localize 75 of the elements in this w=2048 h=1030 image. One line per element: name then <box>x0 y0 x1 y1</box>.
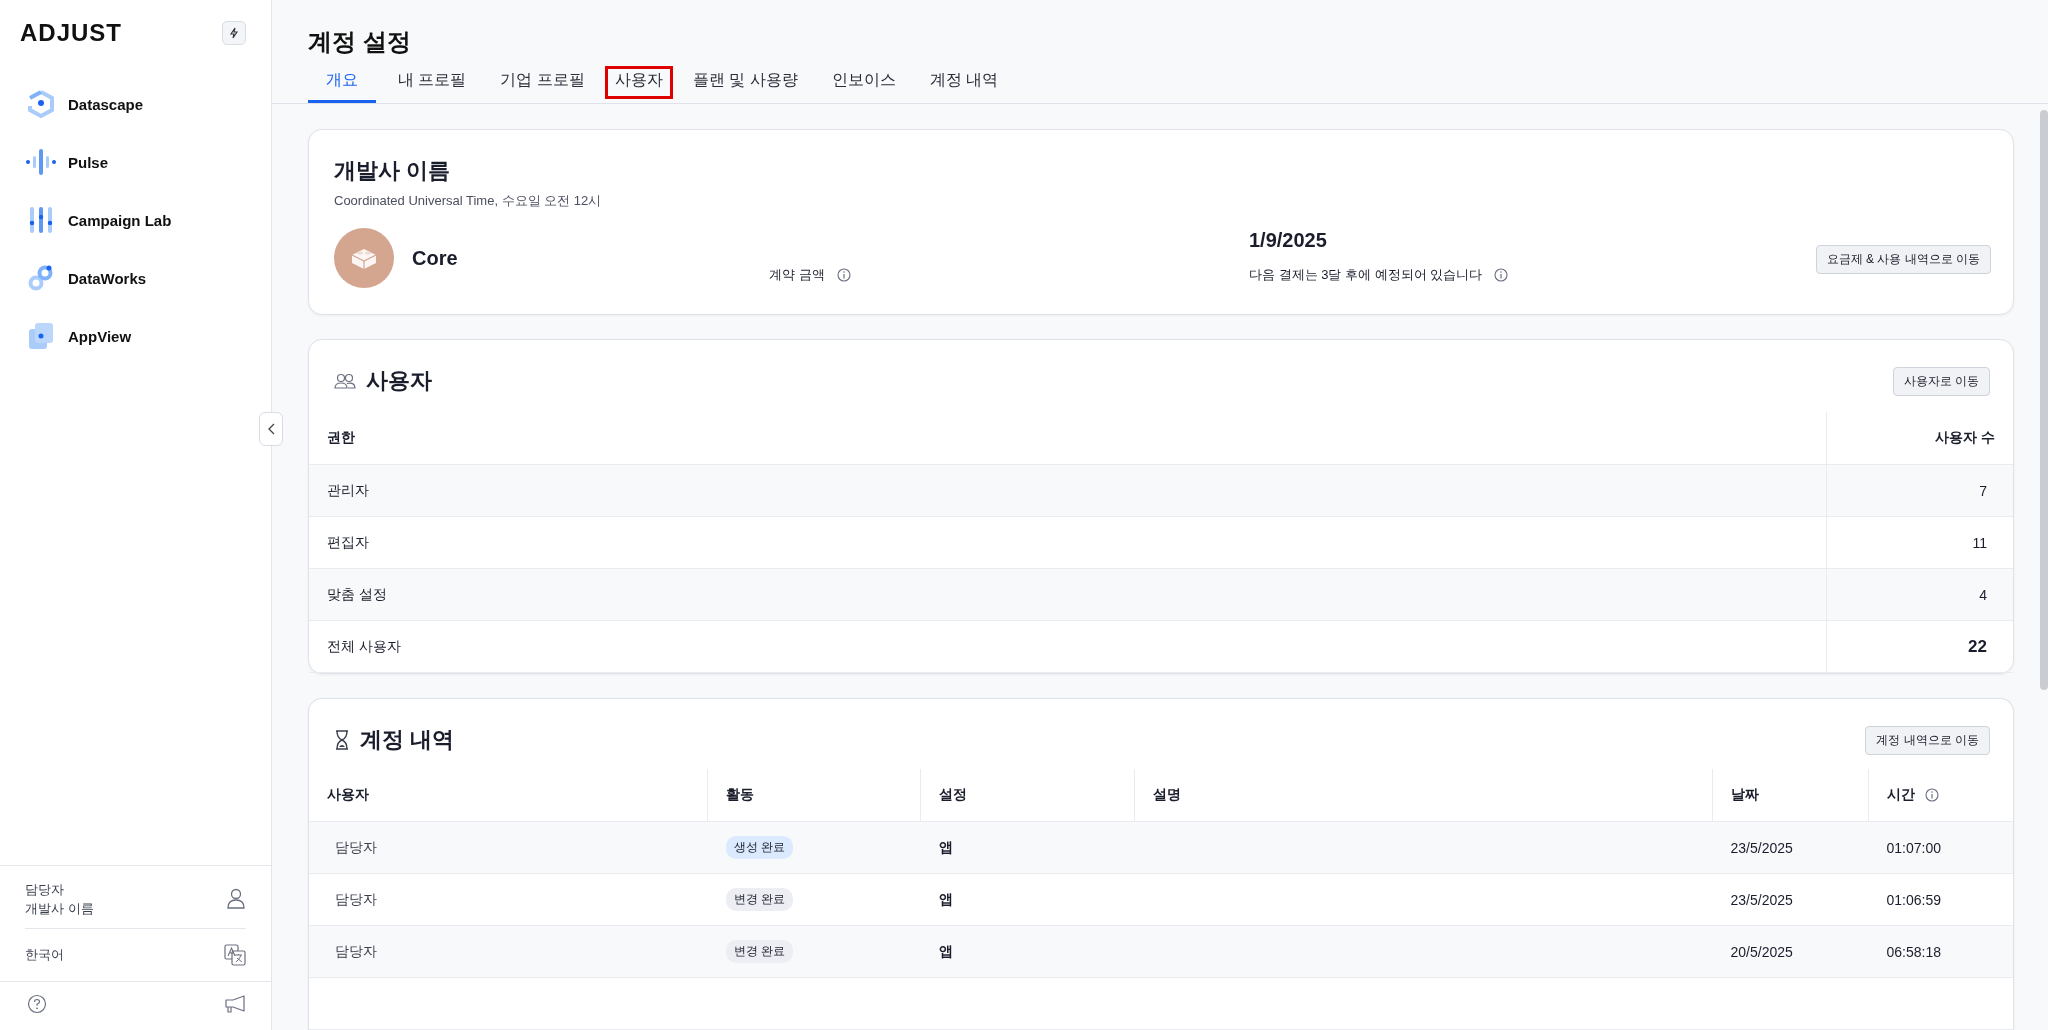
column-header: 사용자 <box>309 769 708 822</box>
table-cell: 맞춤 설정 <box>309 568 1827 621</box>
history-button[interactable]: 계정 내역으로 이동 <box>1865 725 1990 755</box>
table-cell: 앱 <box>920 873 1135 926</box>
info-icon[interactable] <box>1494 268 1509 282</box>
column-header: 시간 <box>1868 769 2013 822</box>
timezone-text: Coordinated Universal Time, 수요일 오전 12시 <box>334 192 603 210</box>
table-cell: 4 <box>1826 568 2013 621</box>
bolt-button[interactable] <box>222 21 246 45</box>
table-cell: 11 <box>1826 516 2013 569</box>
table-cell: 담당자 <box>309 873 708 926</box>
sound-wave-icon <box>26 148 56 176</box>
translate-icon[interactable] <box>224 944 246 966</box>
card-title: 계정 내역 <box>360 726 455 754</box>
status-tag: 변경 완료 <box>725 940 793 963</box>
column-header: 설정 <box>920 769 1135 822</box>
sidebar-item[interactable]: AppView <box>26 322 132 350</box>
billing-date: 1/9/2025 <box>1249 229 1328 252</box>
table-cell: 전체 사용자 <box>309 620 1827 673</box>
tab[interactable]: 플랜 및 사용량 <box>680 68 810 103</box>
account-role: 담당자 <box>25 881 65 899</box>
column-header: 날짜 <box>1712 769 1869 822</box>
plan-name: Core <box>412 246 458 270</box>
column-header: 활동 <box>707 769 921 822</box>
page-title: 계정 설정 <box>308 27 412 57</box>
table-cell: 01:06:59 <box>1868 873 2013 926</box>
table-cell: 22 <box>1826 620 2013 673</box>
sidebar-item[interactable]: DataWorks <box>26 264 147 292</box>
megaphone-icon[interactable] <box>224 994 246 1014</box>
tab[interactable]: 내 프로필 <box>386 68 479 103</box>
user-icon[interactable] <box>226 888 246 910</box>
sidebar-item[interactable]: Datascape <box>26 90 144 118</box>
language-label[interactable]: 한국어 <box>25 946 64 964</box>
plan-usage-button[interactable]: 요금제 & 사용 내역으로 이동 <box>1815 245 1991 274</box>
status-tag: 변경 완료 <box>725 888 793 911</box>
sidebar-item[interactable]: Campaign Lab <box>26 206 172 234</box>
table-cell: 7 <box>1826 464 2013 517</box>
info-icon[interactable] <box>836 268 851 282</box>
table-cell: 20/5/2025 <box>1712 925 1869 978</box>
chevron-left-icon <box>267 423 275 435</box>
table-cell: 담당자 <box>309 925 708 978</box>
contract-label: 계약 금액 <box>769 266 825 284</box>
hourglass-icon <box>334 730 350 750</box>
table-cell: 23/5/2025 <box>1712 821 1869 874</box>
billing-note: 다음 결제는 3달 후에 예정되어 있습니다 <box>1249 266 1483 284</box>
table-cell: 01:07:00 <box>1868 821 2013 874</box>
status-tag: 생성 완료 <box>725 836 793 859</box>
hexagon-icon <box>26 90 56 118</box>
users-button[interactable]: 사용자로 이동 <box>1892 366 1990 396</box>
sidebar-item[interactable]: Pulse <box>26 148 109 176</box>
tab[interactable]: 기업 프로필 <box>488 68 597 103</box>
tab[interactable]: 개요 <box>308 68 376 103</box>
tab[interactable]: 인보이스 <box>819 68 908 103</box>
card-title: 개발사 이름 <box>334 157 452 185</box>
table-cell: 23/5/2025 <box>1712 873 1869 926</box>
help-icon[interactable] <box>27 994 47 1014</box>
table-cell: 앱 <box>920 821 1135 874</box>
table-cell: 편집자 <box>309 516 1827 569</box>
table-cell: 앱 <box>920 925 1135 978</box>
tab[interactable]: 계정 내역 <box>917 68 1011 103</box>
tab[interactable]: 사용자 <box>606 68 671 97</box>
card-title: 사용자 <box>366 367 432 395</box>
column-header: 권한 <box>309 412 1827 465</box>
table-cell: 담당자 <box>309 821 708 874</box>
info-icon[interactable] <box>1925 788 1939 802</box>
logo[interactable]: ADJUST <box>20 19 122 47</box>
users-icon <box>334 372 356 390</box>
scrollbar[interactable] <box>2040 110 2048 690</box>
table-cell: 06:58:18 <box>1868 925 2013 978</box>
account-name: 개발사 이름 <box>25 900 94 918</box>
column-header: 설명 <box>1134 769 1713 822</box>
bolt-icon <box>229 27 239 39</box>
squares-icon <box>26 322 56 350</box>
table-cell: 관리자 <box>309 464 1827 517</box>
column-header: 사용자 수 <box>1826 412 2013 465</box>
